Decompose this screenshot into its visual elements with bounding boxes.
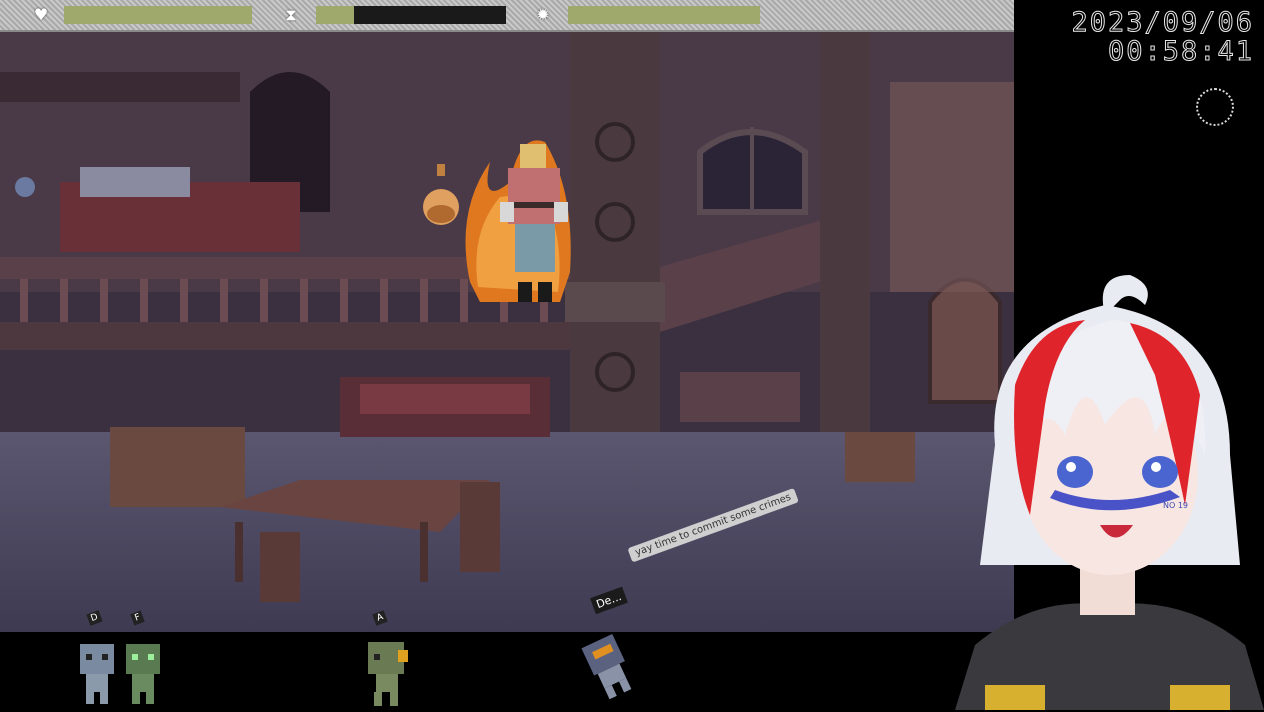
clock-time: 00:58:41 [1107, 36, 1254, 67]
light-bar [568, 6, 760, 24]
time-bar-fill [316, 6, 354, 24]
arched-window [697, 127, 808, 215]
viewer-avatar: D [78, 610, 118, 710]
viewer-avatar: F [124, 610, 164, 710]
face-marking: NO 19 [1163, 501, 1188, 510]
game-viewport[interactable]: ♥ ⧗ ✹ De... yay time to commit some crim… [0, 0, 1014, 632]
viewer-avatar: A [366, 610, 410, 712]
tavern-scene [0, 32, 1014, 632]
viewer-bar: D F A [0, 610, 1014, 712]
robot-avatar-icon [368, 642, 408, 706]
hud-bar: ♥ ⧗ ✹ [0, 0, 1014, 32]
sun-icon: ✹ [536, 5, 550, 24]
robot-avatar-icon [80, 644, 114, 704]
loading-spinner-icon [1196, 88, 1234, 126]
time-bar [316, 6, 506, 24]
light-bar-fill [568, 6, 760, 24]
robot-avatar-icon [581, 633, 632, 700]
robot-avatar-icon [126, 644, 160, 704]
viewer-avatar [578, 632, 642, 706]
health-bar-fill [64, 6, 252, 24]
heart-icon: ♥ [33, 5, 49, 24]
vtuber-avatar: NO 19 [955, 275, 1264, 710]
health-bar [64, 6, 252, 24]
stream-clock: 2023/09/06 00:58:41 [1071, 7, 1254, 67]
clock-date: 2023/09/06 [1071, 7, 1254, 38]
hourglass-icon: ⧗ [285, 5, 297, 24]
sofa [340, 377, 550, 437]
